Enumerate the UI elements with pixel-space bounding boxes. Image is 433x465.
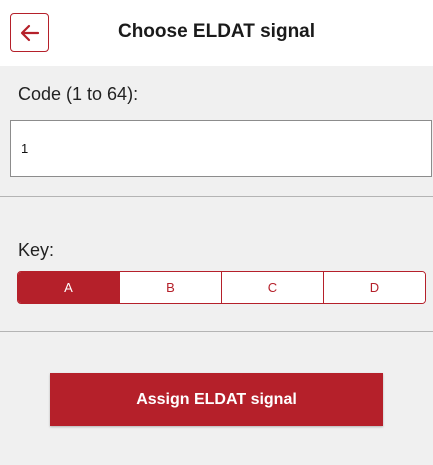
divider — [0, 331, 433, 332]
arrow-left-icon — [20, 24, 40, 42]
key-option-b[interactable]: B — [119, 272, 221, 303]
divider — [0, 196, 433, 197]
code-label: Code (1 to 64): — [18, 84, 139, 104]
key-option-d[interactable]: D — [323, 272, 425, 303]
assign-eldat-signal-button[interactable]: Assign ELDAT signal — [50, 373, 383, 426]
app-header: Choose ELDAT signal — [0, 0, 433, 66]
back-button[interactable] — [10, 13, 49, 52]
code-input[interactable] — [10, 120, 432, 177]
key-option-a[interactable]: A — [18, 272, 119, 303]
key-option-c[interactable]: C — [221, 272, 323, 303]
page-title: Choose ELDAT signal — [117, 21, 316, 42]
key-label: Key: — [18, 240, 55, 260]
key-selector: A B C D — [17, 271, 426, 304]
